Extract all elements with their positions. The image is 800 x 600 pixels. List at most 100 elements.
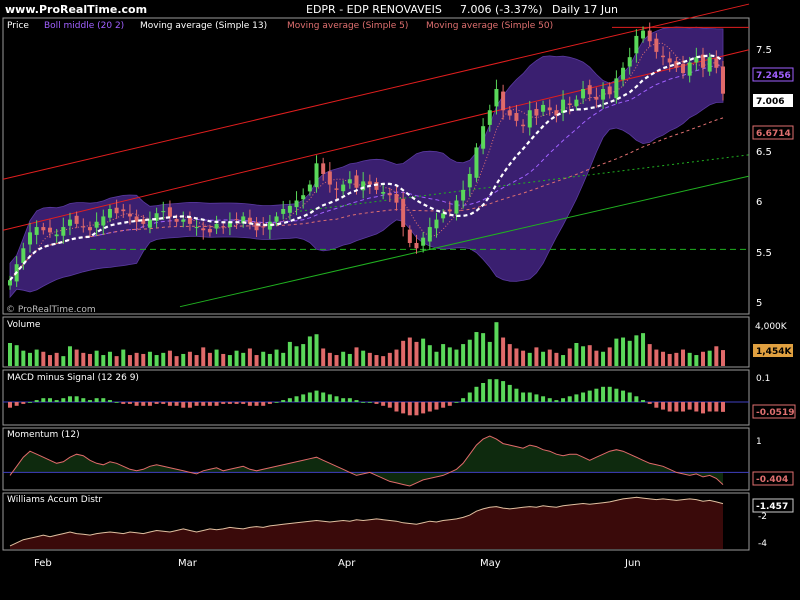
candle-body (487, 110, 492, 125)
volume-bar (621, 337, 626, 366)
momentum-y-tick: 1 (756, 437, 762, 447)
candle-body (687, 62, 692, 76)
macd-bar (141, 402, 146, 406)
macd-bar (294, 396, 299, 402)
macd-bar (307, 392, 312, 402)
macd-bar (654, 402, 659, 408)
volume-bar (301, 344, 306, 366)
macd-bar (134, 402, 139, 406)
volume-bar (607, 347, 612, 366)
candle-body (67, 219, 72, 226)
volume-title: Volume (7, 320, 41, 330)
ma50-badge: 6.6714 (752, 125, 794, 140)
macd-bar (581, 392, 586, 402)
candle-body (507, 110, 512, 116)
volume-bar (154, 355, 159, 366)
macd-bar (301, 394, 306, 402)
macd-bar (167, 402, 172, 406)
volume-bar (8, 343, 12, 366)
macd-bar (387, 402, 392, 408)
volume-bar (61, 356, 66, 366)
macd-bar (421, 402, 426, 414)
macd-bar (227, 402, 232, 404)
candle-body (587, 85, 592, 95)
macd-bar (561, 398, 566, 402)
volume-bar (434, 351, 439, 366)
candle-body (527, 110, 532, 128)
volume-bar (441, 344, 446, 366)
volume-bar (474, 332, 479, 366)
candle-body (521, 124, 526, 127)
macd-bar (61, 398, 66, 402)
macd-y-tick: 0.1 (756, 374, 770, 384)
candle-body (387, 193, 392, 196)
candle-body (294, 200, 299, 208)
site-url: www.ProRealTime.com (5, 3, 147, 16)
volume-bar (194, 355, 199, 366)
candle-body (21, 248, 26, 263)
macd-bar (514, 388, 519, 402)
candle-body (181, 219, 186, 222)
macd-bar (107, 400, 112, 402)
volume-bar (507, 344, 512, 366)
candle-body (41, 227, 46, 231)
macd-bar (614, 388, 619, 402)
macd-bar (47, 398, 52, 402)
williams-y-tick-2: -2 (758, 512, 767, 522)
macd-bar (674, 402, 679, 412)
volume-bar (654, 349, 659, 366)
volume-bar (687, 352, 692, 366)
volume-bar (481, 333, 486, 366)
volume-bar (81, 352, 86, 366)
macd-bar (321, 392, 326, 402)
candle-body (427, 227, 432, 242)
volume-bar (267, 353, 272, 366)
volume-bar (647, 344, 652, 366)
volume-bar (701, 351, 706, 366)
macd-bar (94, 398, 99, 402)
macd-bar (647, 402, 652, 404)
volume-bar (327, 352, 332, 366)
macd-bar (341, 398, 346, 402)
candle-body (641, 30, 646, 39)
volume-bar (274, 349, 279, 366)
williams-title: Williams Accum Distr (7, 495, 102, 505)
volume-bar (421, 338, 426, 366)
candle-body (167, 207, 172, 217)
volume-bar (234, 350, 239, 366)
candle-body (274, 216, 279, 222)
volume-bar (627, 340, 632, 366)
candle-body (634, 35, 639, 54)
candle-body (8, 280, 12, 286)
macd-bar (201, 402, 206, 406)
candle-body (221, 226, 226, 228)
macd-bar (81, 398, 86, 402)
macd-bar (494, 379, 499, 402)
candle-body (127, 213, 132, 217)
macd-bar (474, 386, 479, 402)
volume-bar (467, 339, 472, 366)
legend-boll: Boll middle (20 2) (44, 21, 124, 31)
macd-bar (54, 400, 59, 402)
candle-body (334, 188, 339, 190)
macd-bar (161, 402, 166, 404)
watermark: © ProRealTime.com (6, 305, 96, 315)
candle-body (474, 147, 479, 178)
candle-body (27, 232, 32, 245)
macd-bar (347, 398, 352, 402)
macd-bar (287, 398, 292, 402)
macd-bar (587, 390, 592, 402)
volume-bar (501, 337, 506, 366)
macd-bar (547, 398, 552, 402)
macd-bar (441, 402, 446, 408)
volume-bar (121, 349, 126, 366)
candle-body (301, 195, 306, 200)
candle-body (647, 30, 652, 42)
volume-bar (427, 345, 432, 366)
candle-body (347, 179, 352, 184)
volume-bar (287, 341, 292, 366)
svg-text:6.6714: 6.6714 (756, 129, 791, 139)
volume-bar (354, 347, 359, 366)
macd-bar (21, 402, 26, 404)
volume-bar (527, 352, 532, 366)
